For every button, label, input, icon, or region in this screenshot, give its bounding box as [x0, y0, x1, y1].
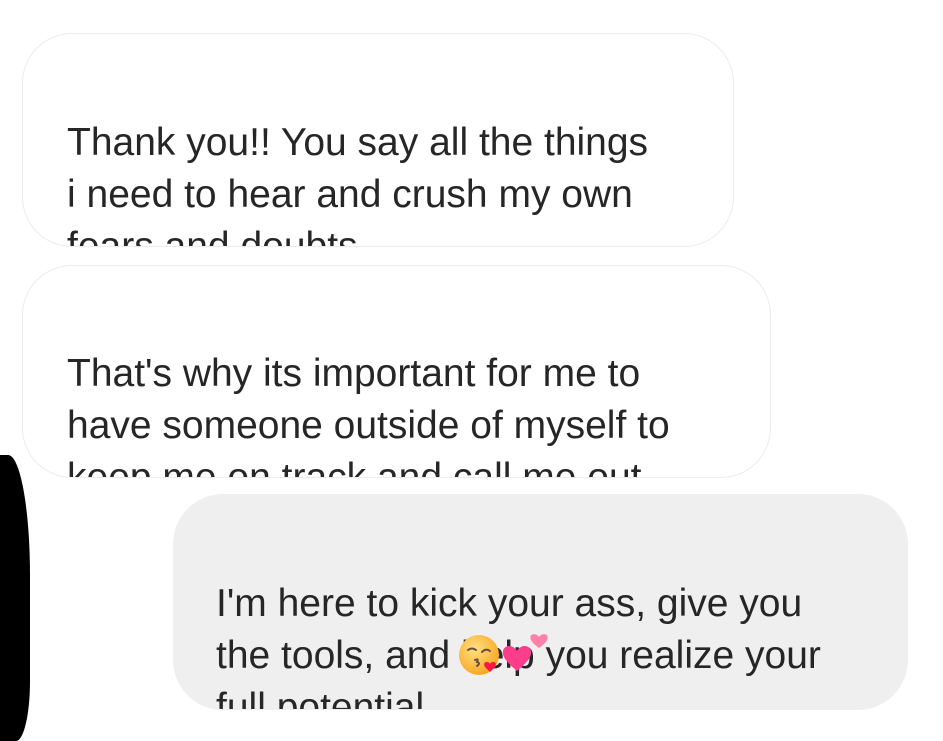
message-bubble-received[interactable]: Thank you!! You say all the things i nee… [22, 33, 734, 247]
face-blowing-a-kiss-icon [459, 635, 499, 675]
message-bubble-received[interactable]: That's why its important for me to have … [22, 265, 771, 478]
redacted-avatar [0, 455, 30, 741]
message-text: Thank you!! You say all the things i nee… [67, 121, 649, 247]
message-text: That's why its important for me to have … [67, 352, 670, 478]
message-emojis [457, 631, 557, 681]
two-hearts-icon [502, 634, 548, 671]
message-thread: Thank you!! You say all the things i nee… [0, 0, 943, 741]
